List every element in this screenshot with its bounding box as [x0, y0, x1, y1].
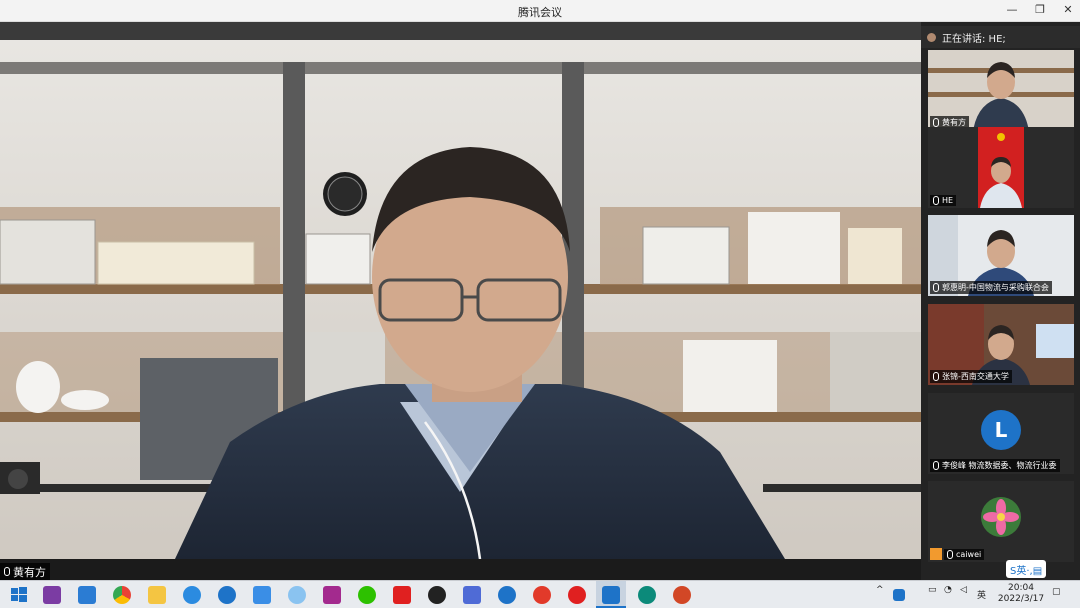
folder-icon[interactable]	[148, 586, 166, 604]
wechat-icon[interactable]	[358, 586, 376, 604]
weibo-icon[interactable]	[533, 586, 551, 604]
onenote-icon[interactable]	[43, 586, 61, 604]
window-titlebar: 腾讯会议 — ❐ ✕	[0, 0, 1080, 22]
clock-date: 2022/3/17	[997, 594, 1045, 604]
participant-name: 郭惠明-中国物流与采购联合会	[942, 283, 1049, 292]
battery-icon[interactable]: ▭	[928, 585, 937, 595]
app-red-round-icon[interactable]	[568, 586, 586, 604]
mic-icon	[933, 461, 939, 470]
participant-tile[interactable]: caiwei	[928, 481, 1074, 562]
ime-indicator[interactable]: S英·,▤	[1006, 560, 1047, 578]
talking-label: 正在讲话: HE;	[942, 33, 1006, 45]
speaker-video-frame	[0, 22, 921, 559]
notification-icon[interactable]: ▢	[1052, 587, 1061, 597]
paint-icon[interactable]	[288, 586, 306, 604]
mic-icon	[4, 567, 10, 576]
calculator-icon[interactable]	[463, 586, 481, 604]
mic-icon	[933, 118, 939, 127]
participant-tile[interactable]: 张锦-西南交通大学	[928, 304, 1074, 385]
speaker-name: 黄有方	[13, 565, 46, 579]
participant-name: 张锦-西南交通大学	[942, 372, 1009, 381]
restore-button[interactable]: ❐	[1034, 3, 1046, 16]
qq-icon[interactable]	[428, 586, 446, 604]
clock[interactable]: 20:04 2022/3/17	[996, 583, 1046, 605]
status-badge	[930, 548, 942, 560]
app-icon[interactable]	[253, 586, 271, 604]
wifi-icon[interactable]: ◔	[944, 585, 952, 595]
settings-icon[interactable]	[183, 586, 201, 604]
minimize-button[interactable]: —	[1006, 3, 1018, 16]
close-button[interactable]: ✕	[1062, 3, 1074, 16]
taskbar: ^ ▭ ◔ ◁ 英 20:04 2022/3/17 ▢	[0, 580, 1080, 608]
search-app-icon[interactable]	[498, 586, 516, 604]
mic-icon	[947, 550, 953, 559]
mic-icon	[933, 372, 939, 381]
windows-start-icon[interactable]	[10, 586, 28, 604]
speaker-avatar-icon	[927, 32, 936, 42]
tencent-meeting-icon	[602, 586, 620, 604]
app-red-icon[interactable]	[393, 586, 411, 604]
feishu-icon[interactable]	[218, 586, 236, 604]
edge-icon[interactable]	[638, 586, 656, 604]
main-video[interactable]	[0, 22, 921, 559]
calendar-icon[interactable]	[78, 586, 96, 604]
volume-icon[interactable]: ◁	[960, 585, 967, 595]
participant-tile[interactable]: HE	[928, 127, 1074, 208]
tray-app-icon[interactable]	[893, 589, 905, 601]
participant-tile[interactable]: 黄有方	[928, 50, 1074, 131]
chrome-icon[interactable]	[113, 586, 131, 604]
window-title: 腾讯会议	[518, 6, 562, 19]
clock-time: 20:04	[1008, 583, 1034, 593]
participant-tile[interactable]: L 李俊峰 物流数据委、物流行业委	[928, 393, 1074, 474]
mic-icon	[933, 283, 939, 292]
onenote-alt-icon[interactable]	[323, 586, 341, 604]
participant-name: 李俊峰 物流数据委、物流行业委	[942, 461, 1057, 470]
participant-tile[interactable]: 郭惠明-中国物流与采购联合会	[928, 215, 1074, 296]
powerpoint-icon[interactable]	[673, 586, 691, 604]
participant-name: HE	[942, 196, 954, 205]
mic-icon	[933, 196, 939, 205]
input-language[interactable]: 英	[977, 588, 986, 601]
talking-indicator: 正在讲话: HE;	[921, 26, 1080, 48]
participant-name: caiwei	[956, 550, 982, 559]
taskbar-active-app[interactable]	[596, 581, 626, 608]
speaker-name-tag: 黄有方	[0, 563, 50, 580]
tray-chevron-icon[interactable]: ^	[876, 585, 884, 595]
avatar: L	[981, 410, 1021, 450]
